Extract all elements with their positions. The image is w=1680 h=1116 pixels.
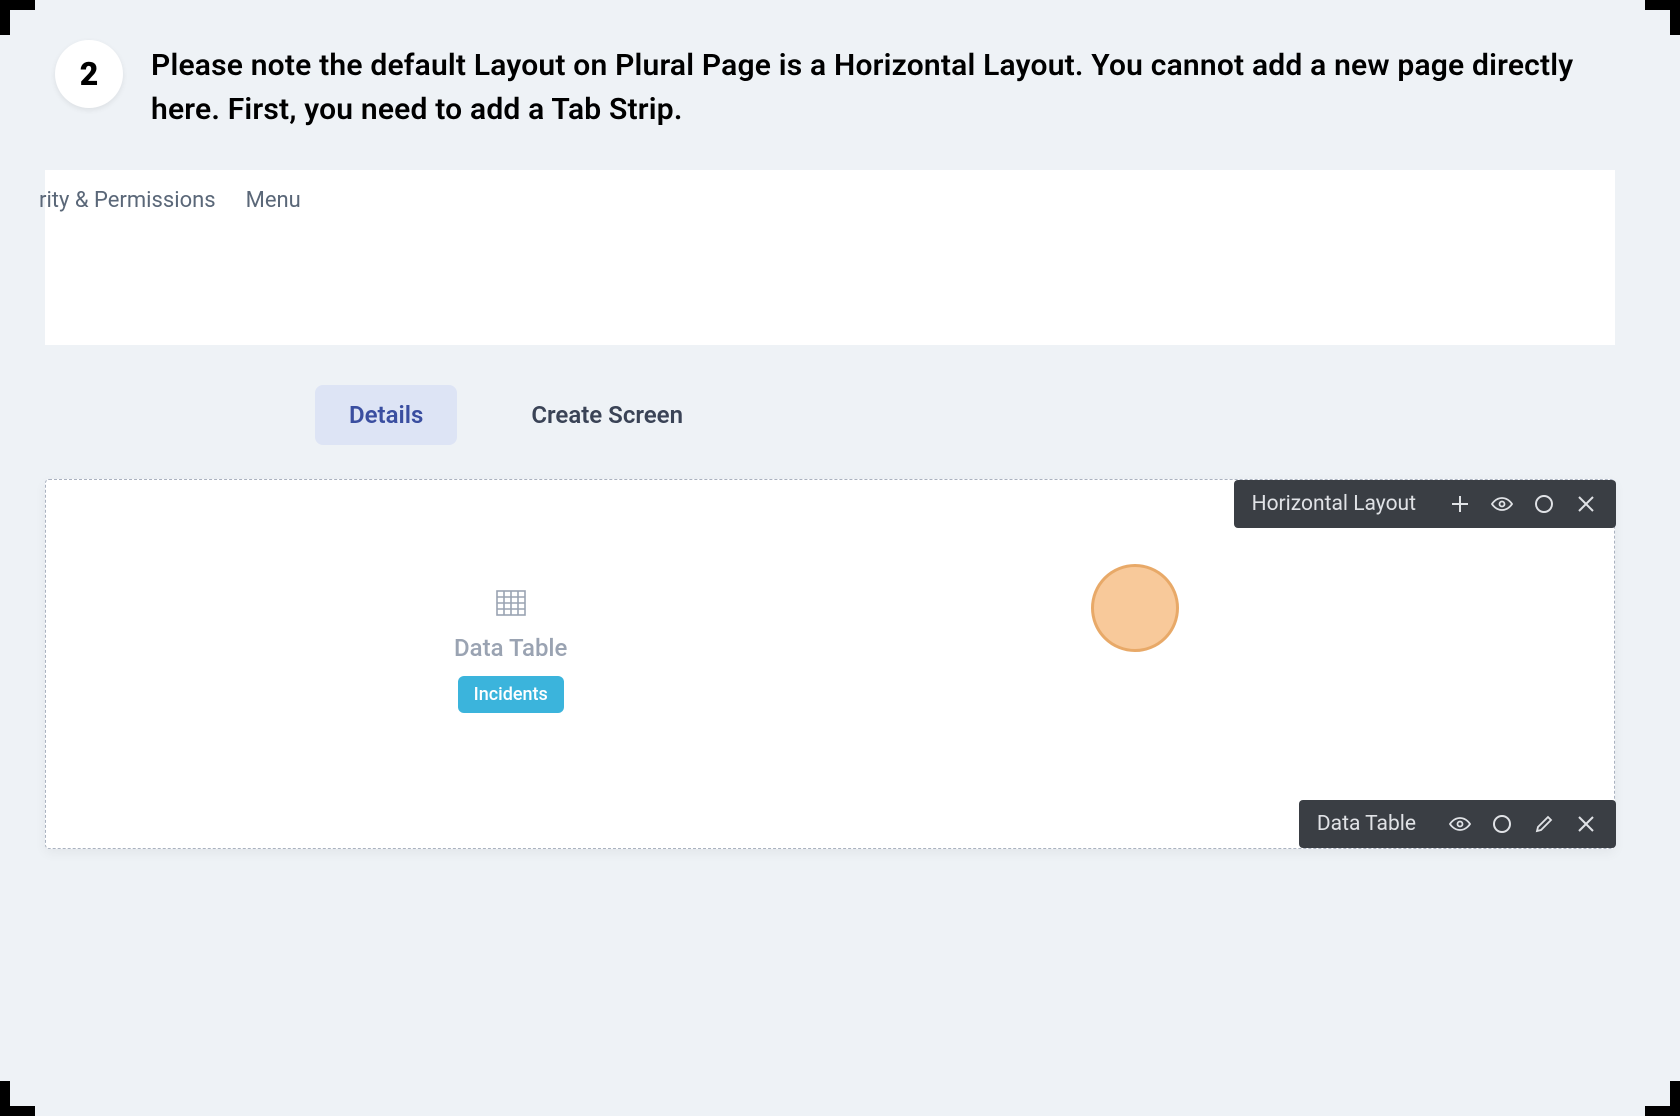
tab-menu[interactable]: Menu xyxy=(246,188,301,345)
eye-icon[interactable] xyxy=(1448,812,1472,836)
tab-details[interactable]: Details xyxy=(315,385,457,445)
edit-icon[interactable] xyxy=(1532,812,1556,836)
step-header: 2 Please note the default Layout on Plur… xyxy=(55,40,1625,131)
tab-create-screen[interactable]: Create Screen xyxy=(497,385,717,445)
layout-toolbar-label: Horizontal Layout xyxy=(1252,492,1416,516)
top-tab-bar: rity & Permissions Menu xyxy=(45,170,1615,345)
app-frame: rity & Permissions Menu Details Create S… xyxy=(45,170,1615,1076)
close-icon[interactable] xyxy=(1574,812,1598,836)
step-description: Please note the default Layout on Plural… xyxy=(151,40,1625,131)
tab-security-permissions[interactable]: rity & Permissions xyxy=(39,188,216,345)
close-icon[interactable] xyxy=(1574,492,1598,516)
table-icon xyxy=(496,590,526,620)
circle-icon[interactable] xyxy=(1532,492,1556,516)
data-table-title: Data Table xyxy=(454,634,567,662)
subtab-strip: Details Create Screen xyxy=(45,345,1615,479)
circle-icon[interactable] xyxy=(1490,812,1514,836)
datatable-toolbar-label: Data Table xyxy=(1317,812,1416,836)
layout-canvas[interactable]: Horizontal Layout xyxy=(45,479,1615,849)
data-table-placeholder[interactable]: Data Table Incidents xyxy=(454,590,567,713)
eye-icon[interactable] xyxy=(1490,492,1514,516)
highlight-marker xyxy=(1091,564,1179,652)
datatable-toolbar: Data Table xyxy=(1299,800,1616,848)
incidents-chip[interactable]: Incidents xyxy=(458,676,564,713)
step-number-badge: 2 xyxy=(55,40,123,108)
layout-toolbar: Horizontal Layout xyxy=(1234,480,1616,528)
plus-icon[interactable] xyxy=(1448,492,1472,516)
